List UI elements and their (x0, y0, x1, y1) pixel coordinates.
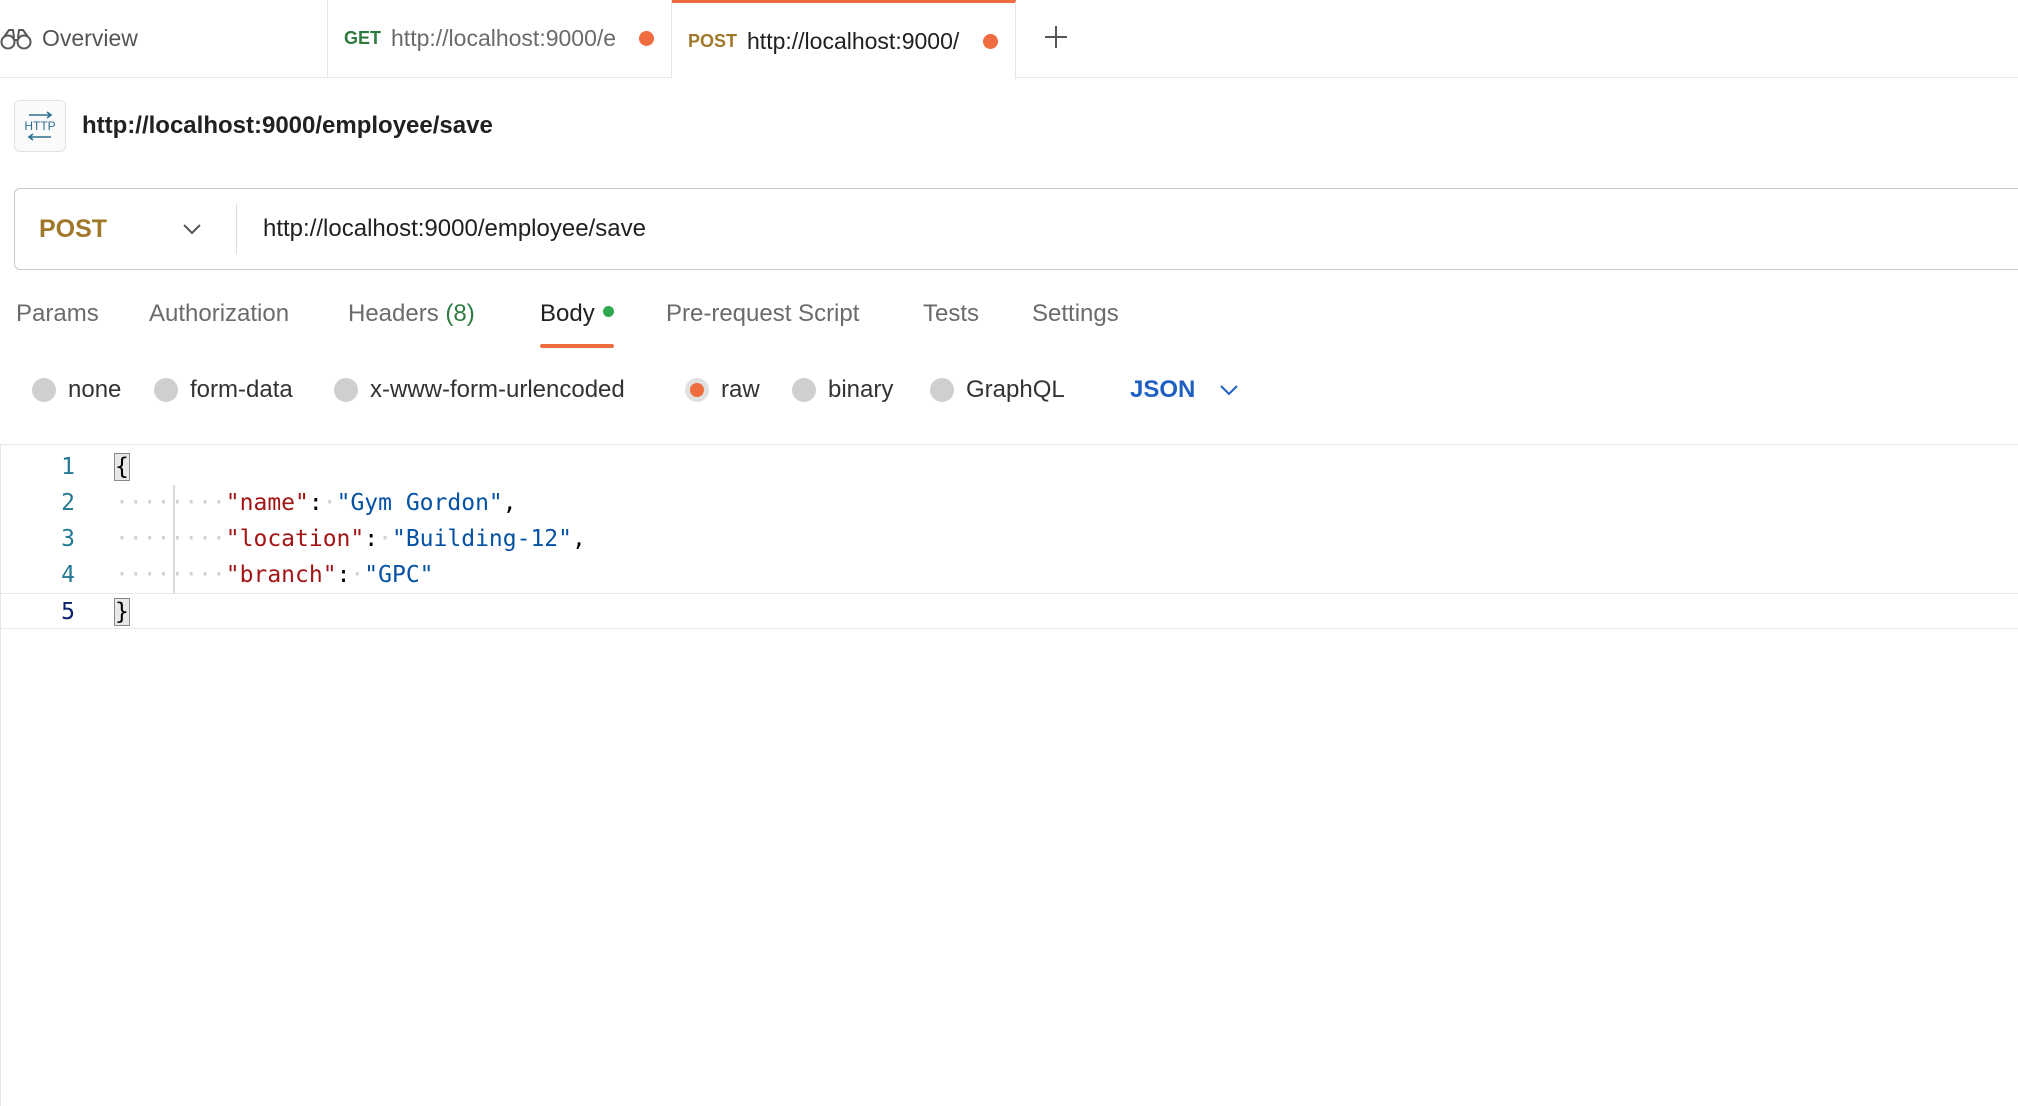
tab-headers[interactable]: Headers (8) (348, 300, 475, 328)
radio-circle (154, 378, 178, 402)
tab-params[interactable]: Params (16, 300, 99, 328)
line-number: 3 (61, 526, 75, 552)
code-line: 4 ········"branch":·"GPC" (1, 557, 2018, 593)
radio-circle-selected (685, 378, 709, 402)
plus-icon (1042, 23, 1070, 51)
http-icon: HTTP (14, 100, 66, 152)
tab-get-url: http://localhost:9000/e (391, 25, 617, 51)
url-bar: POST (14, 188, 2018, 270)
tab-post-url: http://localhost:9000/ (747, 27, 960, 54)
url-input[interactable] (261, 214, 1965, 244)
tab-settings[interactable]: Settings (1032, 300, 1119, 328)
body-indicator-dot (602, 306, 614, 318)
radio-label: binary (828, 376, 894, 403)
tab-tests[interactable]: Tests (923, 300, 979, 328)
radio-label: GraphQL (966, 376, 1065, 403)
tab-get-method: GET (344, 28, 382, 48)
radio-label: form-data (190, 376, 293, 403)
binoculars-icon (0, 28, 32, 50)
radio-form-data[interactable]: form-data (154, 370, 293, 410)
radio-circle (334, 378, 358, 402)
code-line: 2 ········"name":·"Gym Gordon", (1, 485, 2018, 521)
tab-overview-label: Overview (42, 25, 138, 51)
radio-circle (930, 378, 954, 402)
chevron-down-icon (182, 223, 202, 235)
request-header: HTTP http://localhost:9000/employee/save (14, 100, 493, 152)
brace-open: { (114, 453, 130, 481)
code-text: ········"location":·"Building-12", (115, 526, 586, 552)
code-text: } (114, 594, 130, 630)
add-tab-button[interactable] (1040, 18, 1072, 56)
code-line-current: 5 } (1, 593, 2018, 629)
tab-overview[interactable]: Overview (0, 0, 328, 77)
tab-pre-request-script[interactable]: Pre-request Script (666, 300, 859, 328)
body-format-dropdown[interactable]: JSON (1130, 370, 1239, 410)
radio-none[interactable]: none (32, 370, 121, 410)
radio-label: none (68, 376, 122, 403)
code-text: { (114, 449, 130, 485)
radio-circle (32, 378, 56, 402)
tab-bar: Overview GET http://localhost:9000/e POS… (0, 0, 2018, 79)
body-format-label: JSON (1130, 376, 1196, 403)
line-number: 4 (61, 562, 75, 588)
line-number: 5 (61, 599, 75, 625)
json-value: "GPC" (364, 562, 434, 588)
json-value: "Building-12" (391, 526, 572, 552)
line-number: 1 (61, 454, 75, 480)
body-editor[interactable]: 1 { 2 ········"name":·"Gym Gordon", 3 ··… (0, 444, 2018, 1106)
tab-body-label: Body (540, 300, 595, 327)
radio-label: x-www-form-urlencoded (370, 376, 625, 403)
unsaved-dot (983, 33, 999, 49)
json-value: "Gym Gordon" (336, 490, 503, 516)
method-dropdown[interactable]: POST (15, 204, 237, 254)
tab-authorization[interactable]: Authorization (149, 300, 289, 328)
radio-circle (792, 378, 816, 402)
json-key: "name" (225, 490, 309, 516)
method-label: POST (39, 214, 108, 243)
headers-count: (8) (445, 300, 475, 327)
tab-post-request[interactable]: POST http://localhost:9000/ (672, 0, 1016, 79)
code-line: 1 { (1, 449, 2018, 485)
code-text: ········"name":·"Gym Gordon", (115, 490, 517, 516)
line-number: 2 (61, 490, 75, 516)
request-title[interactable]: http://localhost:9000/employee/save (82, 112, 493, 140)
tab-headers-label: Headers (348, 300, 439, 327)
radio-label: raw (721, 376, 760, 403)
unsaved-dot (639, 31, 655, 46)
json-key: "location" (225, 526, 365, 552)
http-badge-text: HTTP (24, 119, 55, 133)
code-text: ········"branch":·"GPC" (115, 562, 434, 588)
json-key: "branch" (225, 562, 337, 588)
radio-x-www-form-urlencoded[interactable]: x-www-form-urlencoded (334, 370, 625, 410)
radio-raw[interactable]: raw (685, 370, 760, 410)
tab-post-method: POST (688, 30, 738, 51)
radio-binary[interactable]: binary (792, 370, 893, 410)
radio-graphql[interactable]: GraphQL (930, 370, 1065, 410)
brace-close: } (114, 598, 130, 626)
tab-get-request[interactable]: GET http://localhost:9000/e (328, 0, 672, 77)
code-line: 3 ········"location":·"Building-12", (1, 521, 2018, 557)
tab-body[interactable]: Body (540, 300, 614, 348)
chevron-down-icon (1219, 384, 1239, 396)
